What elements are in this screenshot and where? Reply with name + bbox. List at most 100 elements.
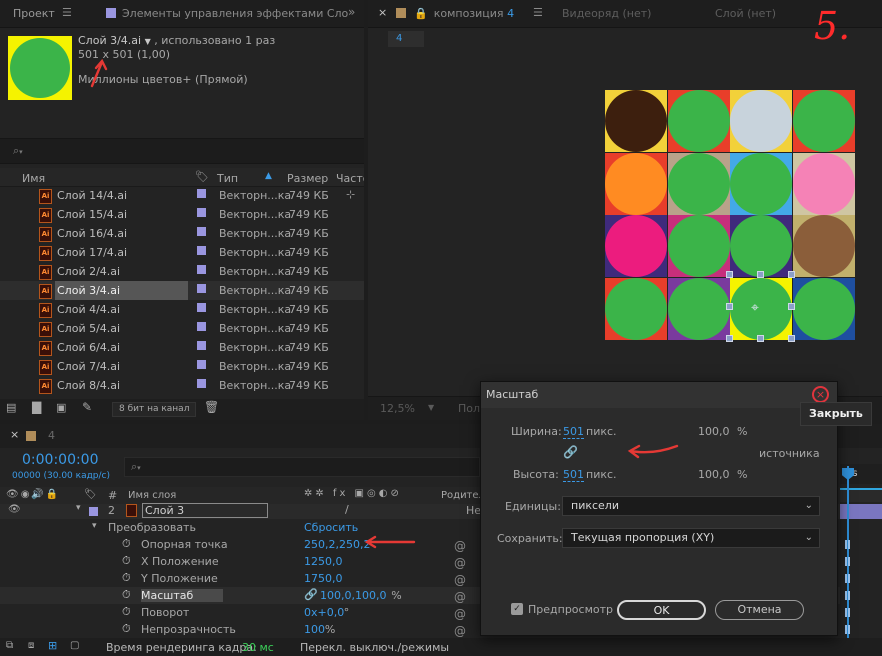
keyframe-marker[interactable] [845, 540, 850, 549]
zoom-level[interactable]: 12,5% [380, 402, 415, 415]
lock-icon[interactable]: 🔒 [414, 7, 428, 20]
preview-checkbox[interactable]: ✓ [511, 603, 523, 615]
transform-handle[interactable] [788, 335, 795, 342]
trash-icon[interactable]: 🗑 [204, 400, 219, 414]
label-color-swatch[interactable] [197, 246, 206, 255]
transform-handle[interactable] [788, 271, 795, 278]
width-percent[interactable]: 100,0 [698, 425, 730, 438]
tab-composition[interactable]: 🔒 композиция 4 [396, 7, 514, 20]
height-percent[interactable]: 100,0 [698, 468, 730, 481]
project-item-row[interactable]: Ai Слой 7/4.ai Векторн...ка 749 КБ [0, 357, 364, 376]
switch-modes-toggle[interactable]: Перекл. выключ./режимы [300, 641, 449, 654]
panel-menu-icon[interactable]: ☰ [62, 6, 72, 19]
stopwatch-icon[interactable]: ⏱ [122, 537, 131, 551]
layer-label-swatch[interactable] [89, 507, 98, 516]
transform-handle[interactable] [757, 271, 764, 278]
expression-pickwhip-icon[interactable]: @ [454, 573, 466, 587]
property-value[interactable]: 0x+0,0 [304, 606, 344, 619]
project-item-row[interactable]: Ai Слой 14/4.ai Векторн...ка 749 КБ [0, 186, 364, 205]
label-color-swatch[interactable] [197, 303, 206, 312]
project-item-row[interactable]: Ai Слой 4/4.ai Векторн...ка 749 КБ [0, 300, 364, 319]
keyframe-marker[interactable] [845, 625, 850, 634]
viewer-subtab[interactable]: 4 [388, 31, 424, 47]
expand-layer-icon[interactable]: ▾ [76, 503, 81, 513]
expression-pickwhip-icon[interactable]: @ [454, 539, 466, 553]
quality-switch-icon[interactable]: / [345, 503, 349, 516]
new-composition-icon[interactable]: ▣ [56, 401, 66, 414]
label-color-swatch[interactable] [197, 208, 206, 217]
tab-composition-menu[interactable]: ☰ [533, 6, 543, 19]
stopwatch-icon[interactable]: ⏱ [122, 605, 131, 619]
keyframe-marker[interactable] [845, 591, 850, 600]
tl-label-tag-icon[interactable]: 🏷 [84, 489, 97, 500]
project-item-row[interactable]: Ai Слой 2/4.ai Векторн...ка 749 КБ [0, 262, 364, 281]
transform-handle[interactable] [757, 335, 764, 342]
label-color-swatch[interactable] [197, 322, 206, 331]
toggle-graph-icon[interactable]: ▢ [70, 640, 79, 651]
col-size[interactable]: Размер [287, 172, 328, 185]
tab-footage[interactable]: Видеоряд (нет) [562, 7, 651, 20]
project-item-row[interactable]: Ai Слой 17/4.ai Векторн...ка 749 КБ [0, 243, 364, 262]
tabs-overflow-icon[interactable]: » [348, 5, 355, 19]
label-color-swatch[interactable] [197, 379, 206, 388]
expression-pickwhip-icon[interactable]: @ [454, 556, 466, 570]
expression-pickwhip-icon[interactable]: @ [454, 624, 466, 638]
tab-effect-controls[interactable]: Элементы управления эффектами Сло [106, 7, 348, 20]
stopwatch-icon[interactable]: ⏱ [122, 571, 131, 585]
timeline-search-input[interactable]: ⌕▾ [124, 457, 480, 477]
keyframe-marker[interactable] [845, 608, 850, 617]
property-value[interactable]: 1750,0 [304, 572, 343, 585]
label-color-swatch[interactable] [197, 341, 206, 350]
expression-pickwhip-icon[interactable]: @ [454, 607, 466, 621]
project-item-row[interactable]: Ai Слой 5/4.ai Векторн...ка 749 КБ [0, 319, 364, 338]
layer-name-field[interactable]: Слой 3 [142, 503, 268, 518]
col-layer-name[interactable]: Имя слоя [128, 490, 176, 501]
stopwatch-icon[interactable]: ⏱ [122, 622, 131, 636]
preserve-select[interactable]: Текущая пропорция (XY) ⌄ [562, 528, 820, 548]
height-value[interactable]: 501 [563, 468, 584, 482]
col-name[interactable]: Имя [22, 172, 45, 185]
transform-handle[interactable] [726, 303, 733, 310]
transform-handle[interactable] [726, 335, 733, 342]
transform-handle[interactable] [726, 271, 733, 278]
label-color-swatch[interactable] [197, 189, 206, 198]
toggle-switches-icon[interactable]: ⧈ [28, 640, 34, 651]
reset-transform-link[interactable]: Сбросить [304, 521, 358, 534]
project-item-row[interactable]: Ai Слой 6/4.ai Векторн...ка 749 КБ [0, 338, 364, 357]
tab-project[interactable]: Проект [13, 7, 55, 20]
keyframe-marker[interactable] [845, 574, 850, 583]
new-folder-icon[interactable]: ▇ [32, 400, 41, 414]
label-color-swatch[interactable] [197, 360, 206, 369]
project-item-row[interactable]: Ai Слой 8/4.ai Векторн...ка 749 КБ [0, 376, 364, 395]
col-fps[interactable]: Частот [336, 172, 364, 185]
transform-expand-icon[interactable]: ▾ [92, 521, 97, 531]
property-value[interactable]: 1250,0 [304, 555, 343, 568]
units-select[interactable]: пиксели ⌄ [562, 496, 820, 516]
project-item-row[interactable]: Ai Слой 3/4.ai Векторн...ка 749 КБ [0, 281, 364, 300]
project-search-bar[interactable]: ⌕▾ [0, 138, 364, 164]
link-proportions-icon[interactable]: 🔗 [563, 445, 578, 459]
zoom-dropdown-icon[interactable]: ▼ [428, 403, 434, 412]
preview-dropdown-icon[interactable]: ▼ [145, 37, 151, 46]
interpret-footage-icon[interactable]: ▤ [6, 401, 16, 414]
property-value[interactable]: 100,0,100,0 [320, 589, 386, 602]
close-tab-icon[interactable]: × [378, 6, 387, 19]
tab-timeline[interactable]: 4 [48, 429, 55, 442]
stopwatch-icon[interactable]: ⏱ [122, 554, 131, 568]
toggle-modes-icon[interactable]: ⊞ [48, 639, 57, 652]
cancel-button[interactable]: Отмена [715, 600, 804, 620]
label-color-swatch[interactable] [197, 284, 206, 293]
dialog-titlebar[interactable]: Масштаб × [481, 382, 837, 408]
label-color-swatch[interactable] [197, 227, 206, 236]
label-color-swatch[interactable] [197, 265, 206, 274]
parent-dropdown[interactable]: Не [466, 504, 481, 517]
keyframe-marker[interactable] [845, 557, 850, 566]
label-tag-icon[interactable]: 🏷 [195, 170, 209, 183]
project-item-row[interactable]: Ai Слой 15/4.ai Векторн...ка 749 КБ [0, 205, 364, 224]
transform-handle[interactable] [788, 303, 795, 310]
visibility-eye-icon[interactable]: 👁 [8, 504, 21, 515]
tab-layer[interactable]: Слой (нет) [715, 7, 776, 20]
comp-flowchart-icon[interactable]: ⧉ [6, 640, 13, 651]
sort-ascending-icon[interactable]: ▲ [265, 171, 272, 181]
property-value[interactable]: 100 [304, 623, 325, 636]
